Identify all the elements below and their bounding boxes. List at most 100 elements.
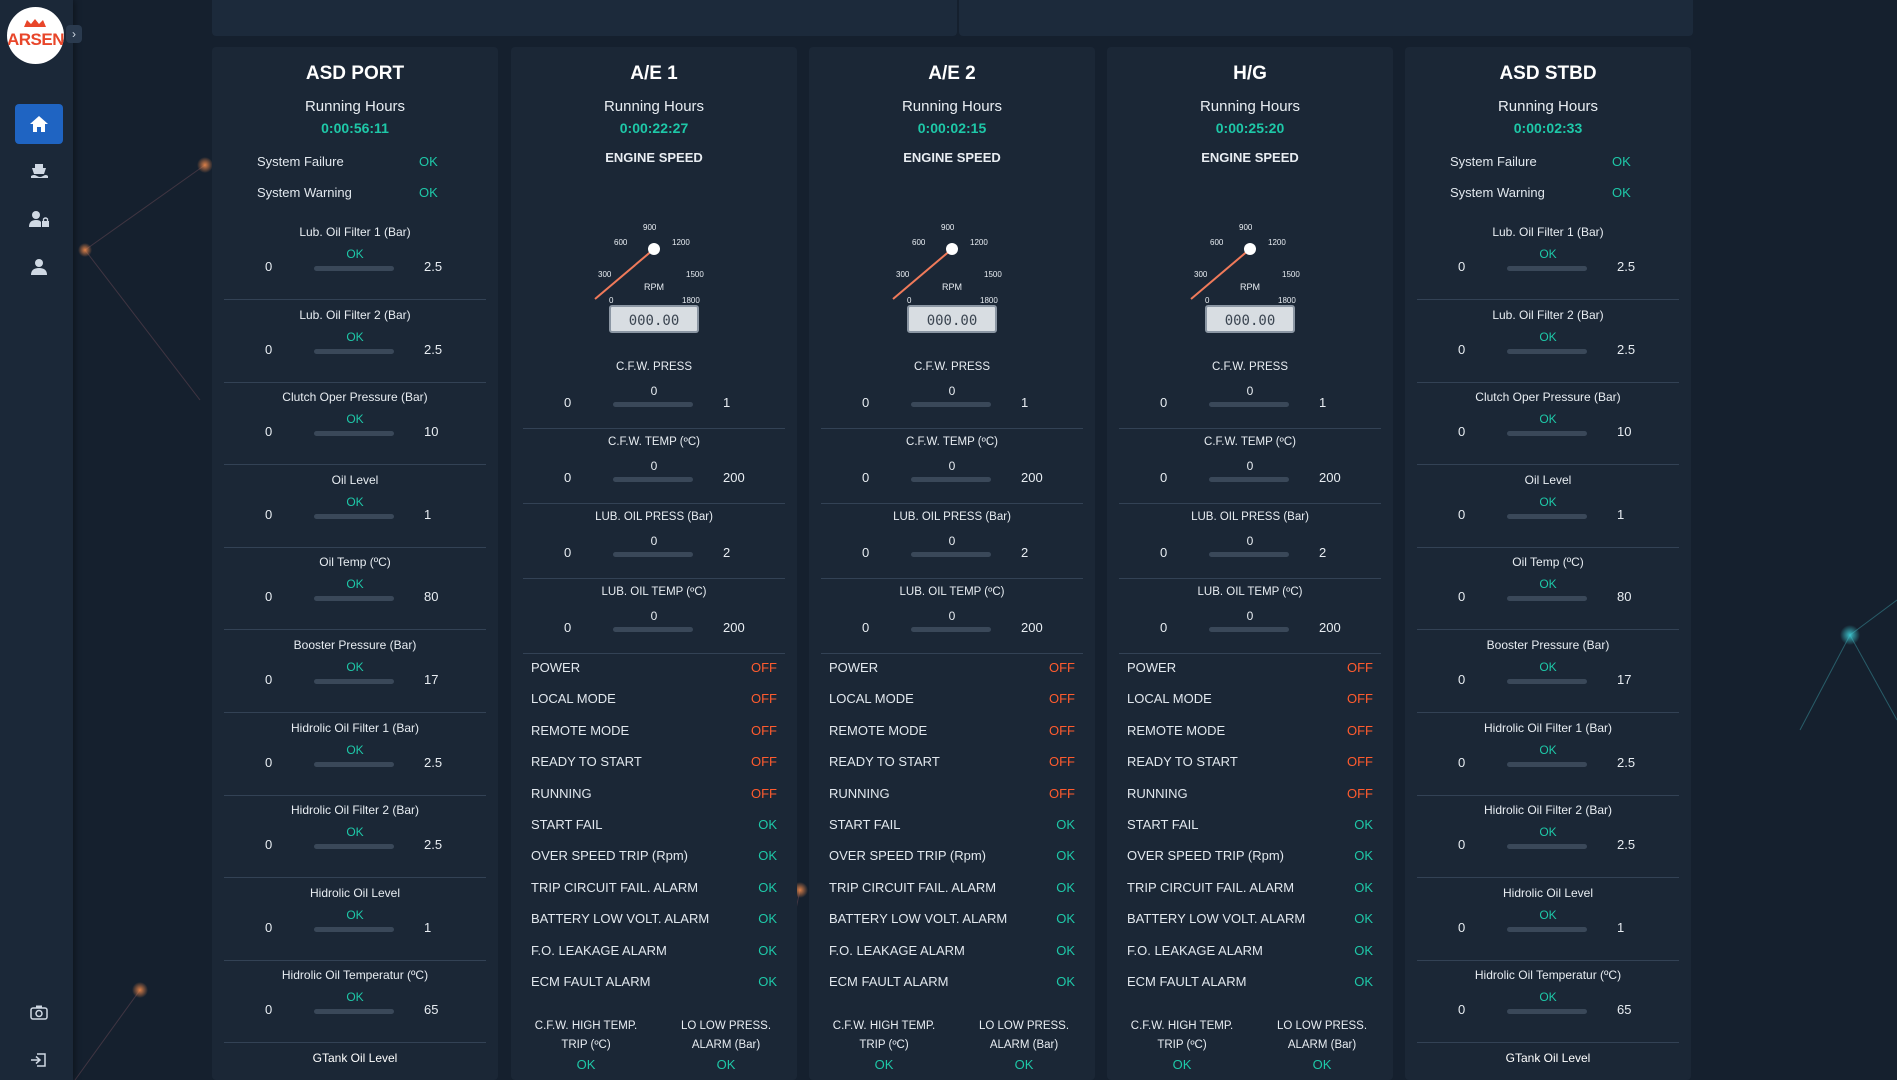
gauge-max: 10 [1617, 424, 1632, 440]
gauge-min: 0 [1160, 620, 1168, 635]
footer-lo-low-press: LO LOW PRESS. ALARM (Bar) OK [959, 1017, 1089, 1074]
status-label: RUNNING [531, 785, 592, 801]
footer-label-1: C.F.W. HIGH TEMP. [832, 1020, 936, 1032]
camera-button[interactable] [15, 992, 63, 1032]
gauge-label: Oil Level [331, 472, 379, 487]
gauge-value: 0 [1246, 459, 1254, 473]
gauge-max: 1 [424, 506, 432, 522]
gauge-max: 200 [1021, 620, 1043, 635]
status-row-trip-circuit-fail-alarm: TRIP CIRCUIT FAIL. ALARM OK [829, 880, 1075, 900]
sidebar-item-ship[interactable] [15, 151, 63, 191]
system-warning-label: System Warning [1450, 185, 1545, 200]
status-label: RUNNING [1127, 785, 1188, 801]
gauge-min: 0 [1160, 395, 1168, 410]
status-row-battery-low-volt-alarm: BATTERY LOW VOLT. ALARM OK [531, 911, 777, 931]
status-row-power: POWER OFF [1127, 660, 1373, 680]
gauge-label: C.F.W. TEMP (ºC) [906, 436, 998, 448]
rpm-tick-label: 0 [1205, 296, 1210, 305]
gauge-label: Oil Temp (ºC) [319, 555, 391, 570]
gtank-oil-level-label: GTank Oil Level [1505, 1051, 1591, 1065]
gauge-status: OK [346, 247, 364, 261]
gauge-bar [1209, 402, 1289, 407]
status-row-ready-to-start: READY TO START OFF [1127, 754, 1373, 774]
sidebar-item-user[interactable] [15, 247, 63, 287]
rpm-tick-label: 0 [609, 296, 614, 305]
status-value: OFF [1049, 691, 1075, 707]
status-label: POWER [531, 660, 581, 675]
gauge-bar [613, 402, 693, 407]
gauge-status: OK [346, 907, 364, 922]
gauge-lub-oil-temp-c: LUB. OIL TEMP (ºC) 0 0 200 [821, 578, 1083, 654]
status-value: OK [1354, 911, 1373, 927]
gauge-value: 0 [948, 459, 956, 473]
gauge-bar [911, 402, 991, 407]
gauge-oil-temp-c: Oil Temp (ºC) OK 0 80 [224, 547, 486, 631]
status-row-ready-to-start: READY TO START OFF [531, 754, 777, 774]
gauge-status: OK [1539, 494, 1557, 509]
logout-button[interactable] [15, 1040, 63, 1080]
gauge-label: C.F.W. TEMP (ºC) [608, 436, 700, 448]
engine-card-hg: H/G Running Hours 0:00:25:20 ENGINE SPEED 0 3… [1107, 47, 1393, 1080]
gauge-min: 0 [564, 545, 572, 560]
gauge-label: Hidrolic Oil Filter 2 (Bar) [290, 803, 419, 818]
gauge-max: 2 [723, 545, 731, 560]
gauge-min: 0 [1160, 470, 1168, 485]
status-value: OK [1354, 942, 1373, 958]
sidebar-expand-button[interactable]: › [66, 25, 82, 43]
rpm-tick-label: 1200 [1268, 238, 1286, 247]
gauge-lub-oil-press-bar: LUB. OIL PRESS (Bar) 0 0 2 [1119, 503, 1381, 579]
gauge-status: OK [346, 825, 364, 840]
status-value: OFF [1347, 722, 1373, 738]
status-label: REMOTE MODE [1127, 722, 1226, 738]
rpm-tick-label: 300 [896, 270, 910, 279]
gauge-status: OK [1539, 412, 1557, 427]
gauge-c-f-w-temp-c: C.F.W. TEMP (ºC) 0 0 200 [1119, 428, 1381, 504]
status-label: POWER [829, 660, 879, 675]
status-value: OK [1056, 848, 1075, 864]
gauge-hidrolic-oil-filter-2-bar: Hidrolic Oil Filter 2 (Bar) OK 0 2.5 [1417, 795, 1679, 879]
status-label: START FAIL [829, 817, 901, 832]
rpm-readout: 000.00 [1205, 305, 1295, 333]
status-row-over-speed-trip-rpm: OVER SPEED TRIP (Rpm) OK [1127, 848, 1373, 868]
gauge-min: 0 [862, 395, 870, 410]
footer-lo-low-press: LO LOW PRESS. ALARM (Bar) OK [1257, 1017, 1387, 1074]
status-label: ECM FAULT ALARM [1127, 974, 1247, 989]
gauge-label: C.F.W. TEMP (ºC) [1204, 436, 1296, 448]
gauge-label: Hidrolic Oil Temperatur (ºC) [1474, 968, 1622, 983]
status-row-running: RUNNING OFF [829, 786, 1075, 806]
status-label: F.O. LEAKAGE ALARM [829, 942, 965, 958]
logout-icon [31, 1053, 46, 1067]
engine-card-ae2: A/E 2 Running Hours 0:00:02:15 ENGINE SPEED… [809, 47, 1095, 1080]
gauge-lub-oil-filter-2-bar: Lub. Oil Filter 2 (Bar) OK 0 2.5 [224, 300, 486, 383]
sidebar-item-home[interactable] [15, 104, 63, 144]
gauge-value: 0 [650, 459, 658, 473]
status-label: F.O. LEAKAGE ALARM [1127, 942, 1263, 958]
arsen-logo[interactable]: ARSEN [7, 7, 64, 64]
rpm-tick-label: 900 [643, 223, 657, 232]
gauge-lub-oil-filter-1-bar: Lub. Oil Filter 1 (Bar) OK 0 2.5 [224, 217, 486, 300]
status-value: OFF [1049, 660, 1075, 675]
asd-port-card: ASD PORT Running Hours 0:00:56:11 System… [212, 47, 498, 1080]
status-row-remote-mode: REMOTE MODE OFF [829, 723, 1075, 743]
gauge-label: LUB. OIL PRESS (Bar) [893, 511, 1011, 523]
footer-label-1: LO LOW PRESS. [1276, 1020, 1368, 1032]
gauge-max: 200 [1319, 620, 1341, 635]
gauge-min: 0 [564, 470, 572, 485]
running-hours-label: Running Hours [304, 98, 406, 115]
sidebar-item-user-lock[interactable] [15, 199, 63, 239]
status-label: OVER SPEED TRIP (Rpm) [531, 848, 688, 864]
gauge-lub-oil-press-bar: LUB. OIL PRESS (Bar) 0 0 2 [523, 503, 785, 579]
rpm-label: RPM [644, 282, 664, 292]
footer-c-f-w-high-temp: C.F.W. HIGH TEMP. TRIP (ºC) OK [819, 1017, 949, 1074]
gauge-max: 10 [424, 424, 439, 440]
system-warning-value: OK [419, 185, 438, 200]
gauge-min: 0 [862, 470, 870, 485]
gauge-bar [1507, 761, 1587, 767]
rpm-tick-label: 1500 [686, 270, 704, 279]
system-failure-value: OK [1612, 154, 1631, 169]
status-label: OVER SPEED TRIP (Rpm) [1127, 848, 1284, 864]
status-value: OFF [1347, 691, 1373, 707]
gauge-max: 2.5 [1617, 259, 1636, 274]
ship-icon [31, 164, 48, 178]
status-label: TRIP CIRCUIT FAIL. ALARM [829, 879, 997, 895]
